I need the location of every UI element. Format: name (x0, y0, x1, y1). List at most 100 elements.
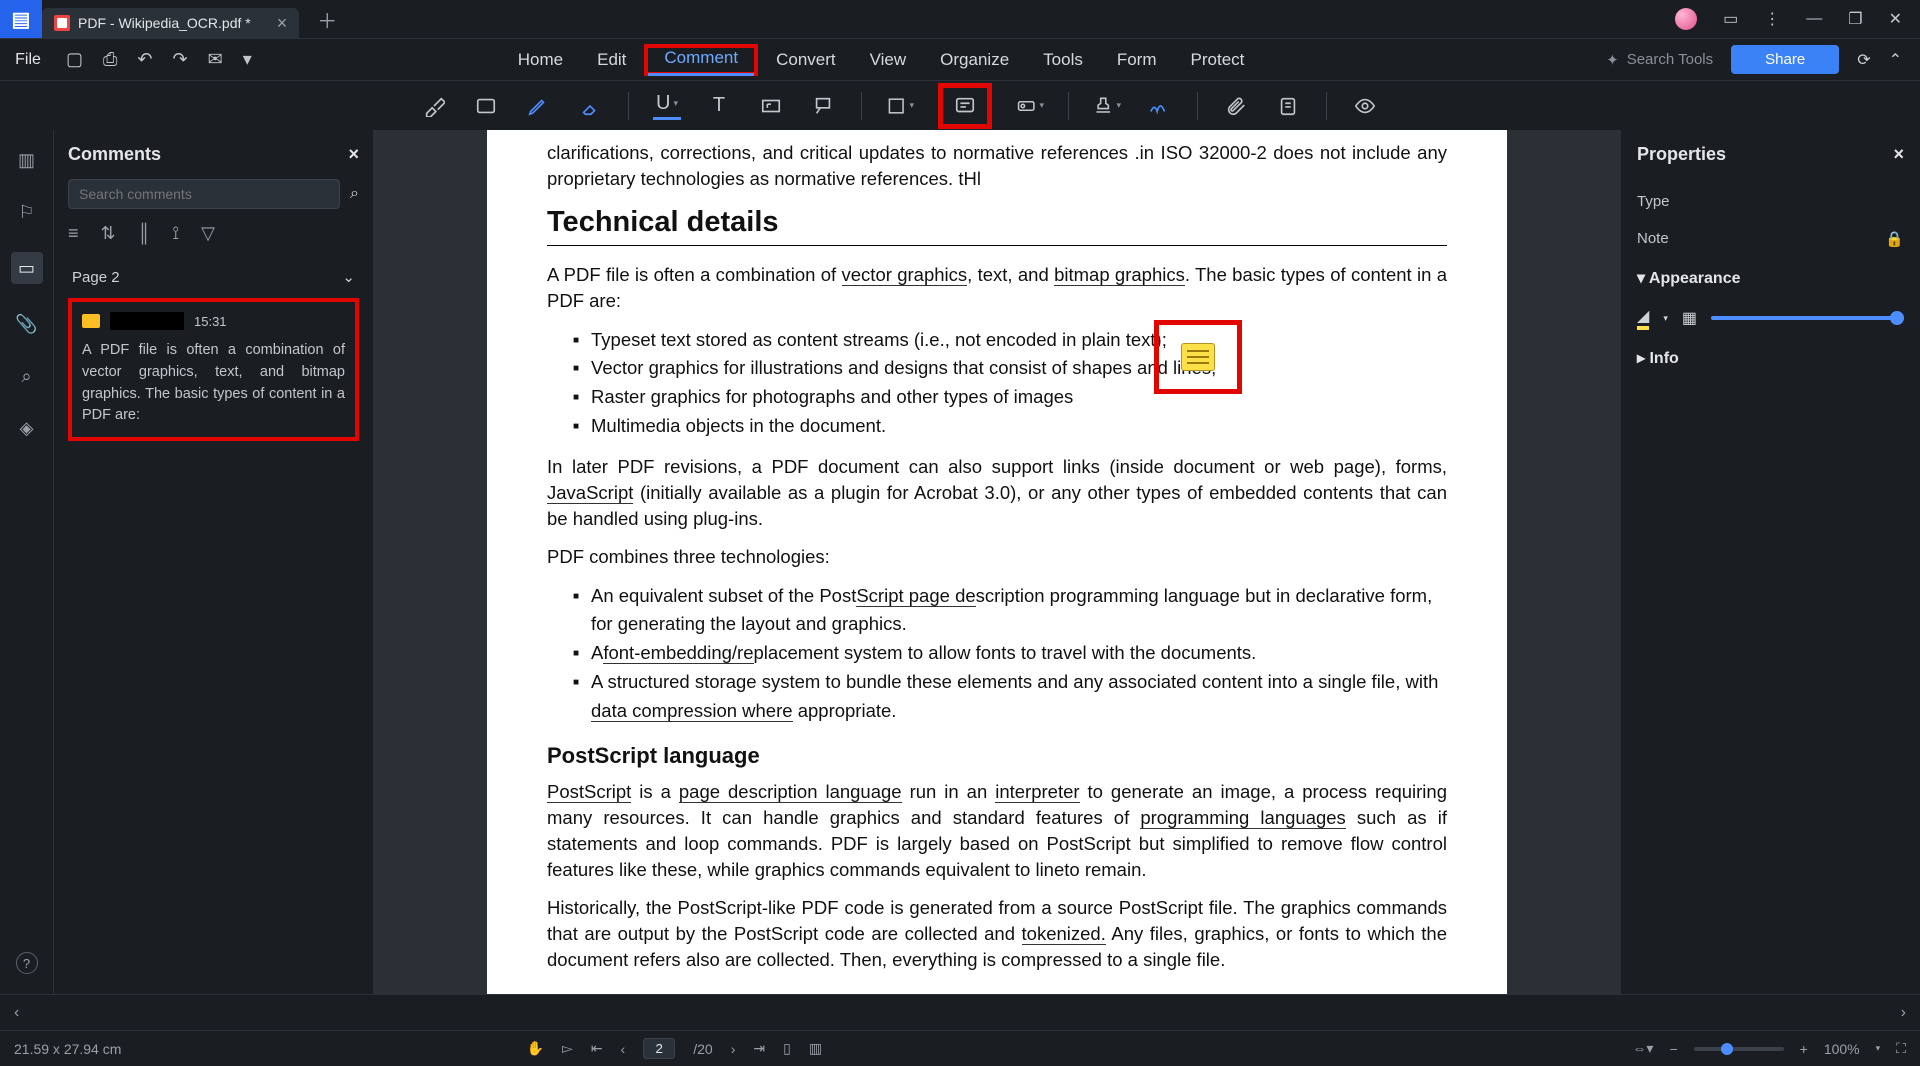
user-avatar[interactable] (1675, 8, 1697, 30)
info-section[interactable]: ▸ Info (1637, 338, 1904, 378)
comment-card[interactable]: 15:31 A PDF file is often a combination … (68, 298, 359, 441)
new-tab-button[interactable]: ＋ (317, 5, 337, 34)
menu-protect[interactable]: Protect (1175, 44, 1261, 76)
redo-icon[interactable]: ↷ (173, 49, 188, 70)
callout-tool-icon[interactable] (809, 92, 837, 120)
signature-tool-icon[interactable] (1145, 92, 1173, 120)
underline-tool-icon[interactable]: U (653, 92, 681, 120)
search-tools[interactable]: ✦ Search Tools (1606, 51, 1713, 69)
prev-page-icon[interactable]: ‹ (621, 1041, 626, 1057)
area-highlight-icon[interactable] (472, 92, 500, 120)
single-page-icon[interactable]: ▯ (783, 1040, 791, 1057)
help-icon[interactable]: ? (16, 952, 38, 974)
properties-title: Properties (1637, 144, 1726, 165)
zoom-slider[interactable] (1694, 1047, 1784, 1051)
undo-icon[interactable]: ↶ (137, 49, 152, 70)
collapse-left-icon[interactable]: ‹ (14, 1004, 19, 1022)
continuous-page-icon[interactable]: ▥ (809, 1040, 822, 1057)
save-icon[interactable]: ▢ (66, 49, 83, 70)
doc-text: PostScript is a page description languag… (547, 779, 1447, 883)
menu-file[interactable]: File (0, 51, 56, 69)
close-tab-icon[interactable]: × (277, 13, 288, 34)
menu-form[interactable]: Form (1101, 44, 1173, 76)
bookmarks-icon[interactable]: ⚐ (15, 200, 39, 224)
search-icon[interactable]: ⌕ (350, 185, 359, 203)
doc-text: clarifications, corrections, and critica… (547, 140, 1447, 192)
menu-home[interactable]: Home (502, 44, 579, 76)
last-page-icon[interactable]: ⇥ (753, 1040, 765, 1057)
funnel-icon[interactable]: ▽ (201, 223, 215, 244)
chat-icon[interactable]: ▭ (1723, 9, 1738, 29)
layers-rail-icon[interactable]: ◈ (15, 416, 39, 440)
document-tab[interactable]: PDF - Wikipedia_OCR.pdf * × (42, 8, 299, 38)
sort-icon[interactable]: ≡ (68, 223, 79, 244)
search-comments-input[interactable] (68, 179, 340, 209)
shape-tool-icon[interactable] (886, 92, 914, 120)
document-canvas[interactable]: clarifications, corrections, and critica… (374, 130, 1620, 994)
doc-text: PDF combines three technologies: (547, 544, 1447, 570)
textbox-tool-icon[interactable] (757, 92, 785, 120)
sync-icon[interactable]: ⟳ (1857, 50, 1870, 70)
qat-more-icon[interactable]: ▾ (243, 49, 252, 70)
mail-icon[interactable]: ✉ (208, 49, 223, 70)
highlight-tool-icon[interactable] (420, 92, 448, 120)
close-panel-icon[interactable]: × (348, 144, 359, 165)
opacity-icon[interactable]: ▦ (1682, 308, 1697, 328)
kebab-icon[interactable]: ⋮ (1764, 9, 1780, 29)
hide-comments-icon[interactable] (1351, 92, 1379, 120)
stamp2-tool-icon[interactable] (1093, 92, 1121, 120)
main-menu: Home Edit Comment Convert View Organize … (502, 44, 1261, 76)
menu-comment[interactable]: Comment (648, 42, 754, 76)
attachments-rail-icon[interactable]: 📎 (15, 312, 39, 336)
zoom-value: 100% (1824, 1041, 1860, 1057)
page-total: /20 (693, 1041, 712, 1057)
fullscreen-icon[interactable]: ⛶ (1896, 1040, 1906, 1057)
minimize-button[interactable]: — (1806, 10, 1822, 28)
select-tool-icon[interactable]: ▻ (562, 1040, 573, 1057)
next-page-icon[interactable]: › (731, 1041, 736, 1057)
filter2-icon[interactable]: ║ (138, 223, 151, 244)
menu-edit[interactable]: Edit (581, 44, 642, 76)
left-rail: ▥ ⚐ ▭ 📎 ⌕ ◈ ? (0, 130, 54, 994)
pencil-tool-icon[interactable] (524, 92, 552, 120)
zoom-out-icon[interactable]: − (1669, 1041, 1677, 1057)
stamp-tool-icon[interactable] (1016, 92, 1044, 120)
note-tool-icon[interactable] (951, 92, 979, 120)
note-annotation[interactable] (1154, 320, 1242, 394)
share-button[interactable]: Share (1731, 45, 1839, 74)
zoom-in-icon[interactable]: + (1800, 1041, 1808, 1057)
close-window-button[interactable]: ✕ (1889, 9, 1902, 29)
fit-width-icon[interactable]: ⇔▾ (1632, 1040, 1653, 1057)
opacity-slider[interactable] (1711, 316, 1904, 320)
tab-title: PDF - Wikipedia_OCR.pdf * (78, 15, 251, 31)
clipboard-tool-icon[interactable] (1274, 92, 1302, 120)
filter1-icon[interactable]: ⇅ (101, 223, 116, 244)
appearance-section[interactable]: ▾ Appearance (1637, 258, 1904, 298)
app-logo: ▤ (0, 0, 42, 38)
comment-body: A PDF file is often a combination of vec… (82, 340, 345, 427)
eraser-tool-icon[interactable] (576, 92, 604, 120)
hand-tool-icon[interactable]: ✋ (527, 1040, 544, 1057)
filter3-icon[interactable]: ⟟ (172, 223, 179, 244)
first-page-icon[interactable]: ⇤ (591, 1040, 603, 1057)
close-properties-icon[interactable]: × (1893, 144, 1904, 165)
fill-color-icon[interactable]: ◢ (1637, 306, 1649, 330)
menu-tools[interactable]: Tools (1027, 44, 1099, 76)
collapse-right-icon[interactable]: › (1901, 1004, 1906, 1022)
maximize-button[interactable]: ❐ (1848, 9, 1862, 29)
list-item: A structured storage system to bundle th… (573, 668, 1447, 725)
menu-view[interactable]: View (854, 44, 923, 76)
thumbnails-icon[interactable]: ▥ (15, 148, 39, 172)
menu-organize[interactable]: Organize (924, 44, 1025, 76)
print-icon[interactable]: ⎙ (103, 49, 117, 70)
text-tool-icon[interactable]: T (705, 92, 733, 120)
comments-rail-icon[interactable]: ▭ (11, 252, 43, 284)
expand-icon[interactable]: ⌃ (1889, 50, 1902, 70)
page-input[interactable] (643, 1038, 675, 1059)
attachment-tool-icon[interactable] (1222, 92, 1250, 120)
lock-icon[interactable]: 🔒 (1885, 230, 1904, 248)
search-rail-icon[interactable]: ⌕ (15, 364, 39, 388)
comments-page-header[interactable]: Page 2 ⌄ (68, 262, 359, 292)
menu-bar: File ▢ ⎙ ↶ ↷ ✉ ▾ Home Edit Comment Conve… (0, 38, 1920, 80)
menu-convert[interactable]: Convert (760, 44, 852, 76)
